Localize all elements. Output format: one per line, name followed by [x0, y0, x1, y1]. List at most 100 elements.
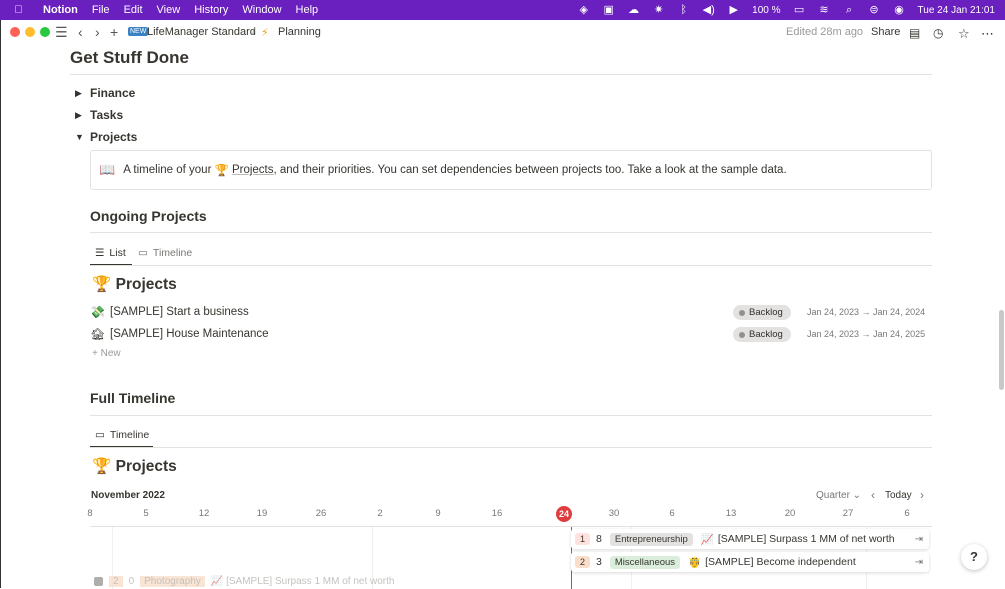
database-title[interactable]: 🏆 Projects	[92, 275, 177, 294]
apple-icon[interactable]: 	[12, 4, 25, 16]
heading-divider	[90, 415, 932, 416]
breadcrumb-page[interactable]: Planning	[278, 26, 321, 38]
comments-icon[interactable]: ▤	[909, 26, 920, 40]
open-arrow-icon[interactable]: ⇥	[915, 534, 923, 545]
minimize-window-button[interactable]	[25, 27, 35, 37]
date-range: Jan 24, 2023 → Jan 24, 2024	[807, 307, 926, 317]
spotlight-icon[interactable]: ⌕	[843, 4, 856, 16]
toggle-label: Finance	[90, 86, 136, 100]
collapsed-triangle-icon[interactable]: ▶	[75, 88, 90, 99]
close-window-button[interactable]	[10, 27, 20, 37]
bluetooth-icon[interactable]: ᛒ	[677, 4, 690, 16]
app-extension-icon[interactable]: ▣	[602, 4, 615, 16]
menu-help[interactable]: Help	[296, 4, 319, 16]
battery-percent: 100 %	[752, 4, 781, 16]
back-arrow-icon[interactable]: ‹	[78, 24, 83, 40]
priority-badge: 2	[575, 556, 591, 568]
page-title: Get Stuff Done	[70, 48, 189, 67]
database-title[interactable]: 🏆 Projects	[92, 457, 177, 476]
breadcrumb-separator: /	[252, 26, 256, 38]
help-button[interactable]: ?	[961, 544, 987, 570]
tick-label: 9	[435, 508, 441, 519]
cloud-icon[interactable]: ☁	[627, 4, 640, 16]
timeline-icon: ▭	[95, 429, 105, 441]
ghost-priority: 2	[109, 576, 123, 587]
menu-view[interactable]: View	[157, 4, 181, 16]
tick-label: 2	[377, 508, 383, 519]
collapsed-triangle-icon[interactable]: ▶	[75, 110, 90, 121]
forward-arrow-icon[interactable]: ›	[95, 24, 100, 40]
list-item[interactable]: 💸 [SAMPLE] Start a business Backlog Jan …	[90, 302, 932, 322]
breadcrumb-workspace[interactable]: LifeManager Standard	[147, 26, 256, 38]
timeline-bar[interactable]: 1 8 Entrepreneurship 📈 [SAMPLE] Surpass …	[571, 529, 929, 549]
status-label: Backlog	[749, 329, 783, 340]
timeline-ticks: 8 5 12 19 26 2 9 16 24 30 6 13 20 27 6	[87, 506, 932, 526]
fox-extension-icon[interactable]: ◈	[577, 4, 590, 16]
toggle-finance[interactable]: ▶ Finance	[75, 86, 135, 100]
wifi-icon[interactable]: ≋	[818, 4, 831, 16]
edited-status: Edited 28m ago	[786, 26, 864, 38]
new-row-button[interactable]: + New	[92, 348, 121, 359]
status-dot	[739, 309, 745, 316]
sidebar-menu-icon[interactable]: ☰	[55, 24, 68, 41]
share-button[interactable]: Share	[871, 26, 900, 38]
menu-edit[interactable]: Edit	[124, 4, 143, 16]
open-arrow-icon[interactable]: ⇥	[915, 557, 923, 568]
expanded-triangle-icon[interactable]: ▼	[75, 132, 90, 142]
list-item[interactable]: 🏚 [SAMPLE] House Maintenance Backlog Jan…	[90, 324, 932, 344]
row-title[interactable]: [SAMPLE] Start a business	[110, 306, 249, 318]
favorite-star-icon[interactable]: ☆	[958, 26, 970, 42]
vertical-scrollbar[interactable]	[999, 310, 1004, 390]
next-period-icon[interactable]: ›	[920, 488, 924, 502]
status-dot	[739, 331, 745, 338]
brightness-icon[interactable]: ✷	[652, 4, 665, 16]
prev-period-icon[interactable]: ‹	[871, 488, 875, 502]
bar-number: 8	[596, 533, 602, 545]
toggle-label: Projects	[90, 130, 138, 144]
menu-app-name[interactable]: Notion	[43, 4, 78, 16]
control-center-icon[interactable]: ⊜	[868, 4, 881, 16]
bar-title: [SAMPLE] Surpass 1 MM of net worth	[717, 533, 895, 545]
callout-block: 📖 A timeline of your 🏆 Projects , and th…	[90, 150, 932, 190]
battery-icon[interactable]: ▭	[793, 4, 806, 16]
toggle-label: Tasks	[90, 108, 124, 122]
row-title[interactable]: [SAMPLE] House Maintenance	[110, 328, 269, 340]
new-page-plus-icon[interactable]: +	[110, 24, 118, 40]
ghost-square-icon	[94, 577, 103, 586]
menu-history[interactable]: History	[194, 4, 228, 16]
tabs-divider	[90, 265, 932, 266]
tab-timeline-full[interactable]: ▭ Timeline	[95, 429, 149, 441]
menu-file[interactable]: File	[92, 4, 110, 16]
updates-clock-icon[interactable]: ◷	[933, 26, 943, 40]
timeline-range-select[interactable]: Quarter ⌄	[816, 490, 861, 501]
status-label: Backlog	[749, 307, 783, 318]
priority-badge: 1	[575, 533, 591, 545]
siri-icon[interactable]: ◉	[893, 4, 906, 16]
projects-link[interactable]: Projects	[232, 164, 274, 176]
tab-list[interactable]: ☰ List	[95, 247, 126, 259]
tab-timeline[interactable]: ▭ Timeline	[138, 247, 192, 259]
status-badge[interactable]: Backlog	[733, 327, 791, 342]
tick-label: 5	[143, 508, 149, 519]
play-icon[interactable]: ▶	[727, 4, 740, 16]
tick-label: 6	[669, 508, 675, 519]
ghost-number: 0	[128, 576, 135, 587]
ongoing-projects-heading: Ongoing Projects	[90, 208, 207, 224]
open-book-icon: 📖	[99, 162, 116, 177]
tick-label: 13	[725, 508, 737, 519]
today-button[interactable]: Today	[885, 490, 912, 501]
tabs-divider	[90, 447, 932, 448]
toggle-projects[interactable]: ▼ Projects	[75, 130, 137, 144]
status-badge[interactable]: Backlog	[733, 305, 791, 320]
callout-text-after: , and their priorities. You can set depe…	[273, 164, 787, 176]
timeline-icon: ▭	[138, 247, 148, 259]
timeline-bar[interactable]: 2 3 Miscellaneous 🤴 [SAMPLE] Become inde…	[571, 552, 929, 572]
volume-icon[interactable]: ◀)	[702, 4, 715, 16]
ghost-category: Photography	[140, 576, 205, 587]
zoom-window-button[interactable]	[40, 27, 50, 37]
prince-icon: 🤴	[688, 556, 702, 569]
more-options-icon[interactable]: ⋯	[981, 26, 994, 42]
toggle-tasks[interactable]: ▶ Tasks	[75, 108, 123, 122]
callout-text-before: A timeline of your	[123, 164, 212, 176]
menu-window[interactable]: Window	[242, 4, 281, 16]
